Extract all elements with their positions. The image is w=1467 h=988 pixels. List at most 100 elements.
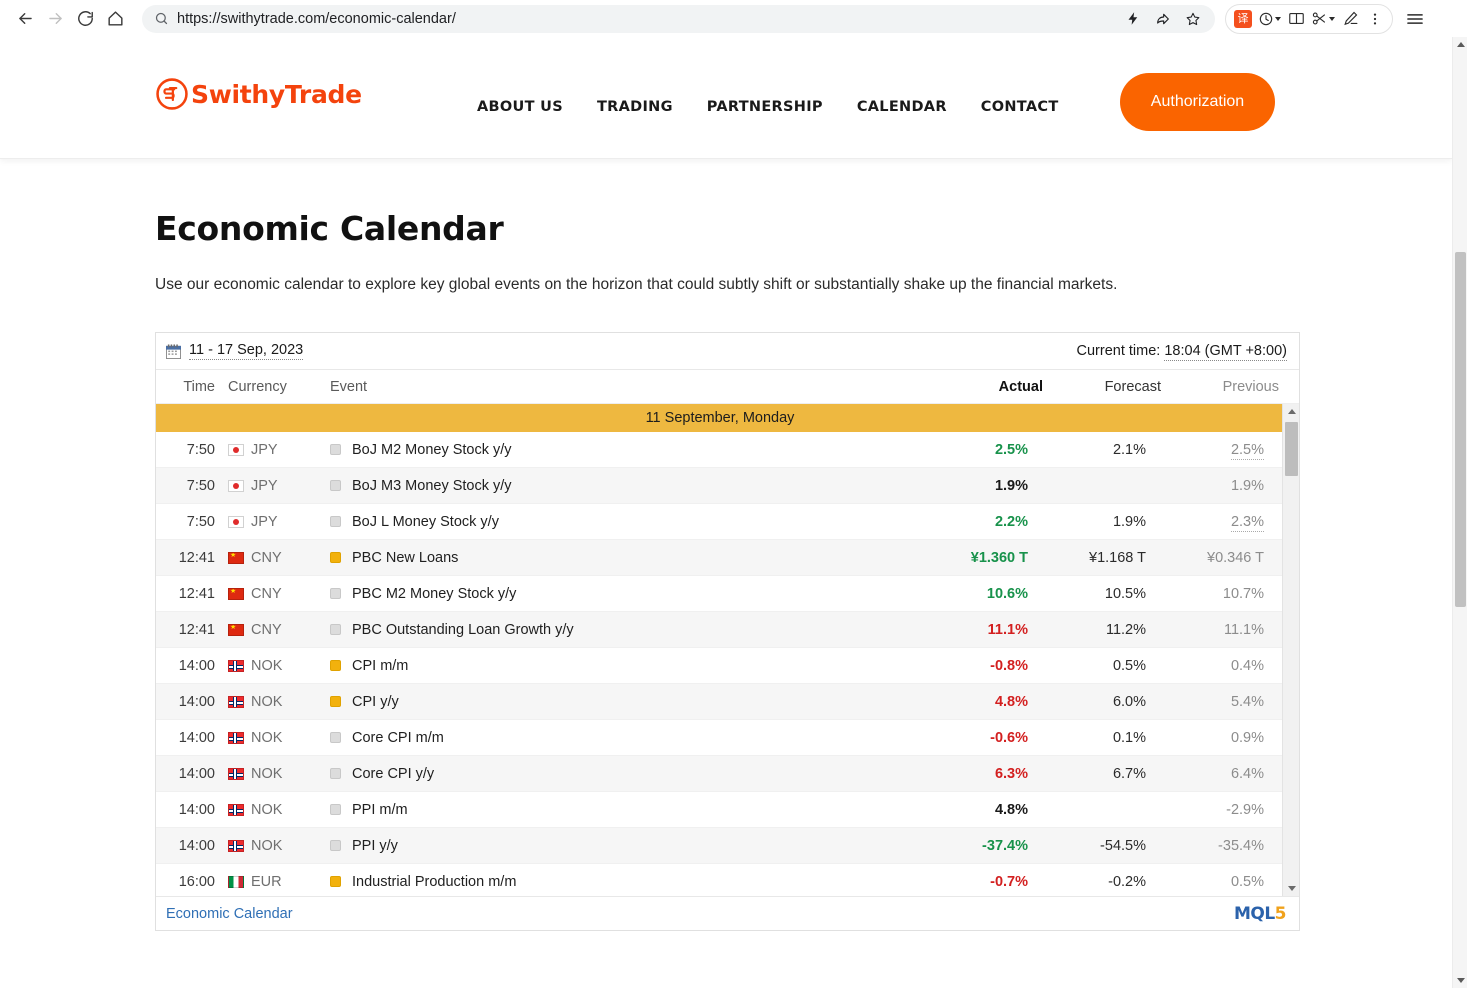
cell-event: Core CPI m/m [316, 730, 926, 746]
event-name[interactable]: BoJ M3 Money Stock y/y [352, 478, 512, 494]
table-row[interactable]: 14:00 NOK PPI y/y -37.4% -54.5% -35.4% [156, 828, 1284, 864]
cell-actual: 10.6% [986, 585, 1028, 602]
event-name[interactable]: PPI m/m [352, 802, 408, 818]
back-arrow-icon[interactable] [10, 4, 40, 34]
flag-cn-icon [228, 623, 244, 636]
cell-currency: JPY [228, 478, 316, 494]
mql5-logo-orange: 5 [1274, 904, 1287, 924]
cell-currency: CNY [228, 622, 316, 638]
scroll-down-arrow-icon[interactable] [1283, 881, 1299, 896]
calendar-footer: Economic Calendar MQL5 [156, 896, 1299, 931]
table-row[interactable]: 12:41 CNY PBC New Loans ¥1.360 T ¥1.168 T ¥0.… [156, 540, 1284, 576]
column-header-event[interactable]: Event [316, 379, 941, 395]
calendar-scrollbar-thumb[interactable] [1285, 422, 1298, 476]
event-name[interactable]: BoJ M2 Money Stock y/y [352, 442, 512, 458]
event-name[interactable]: BoJ L Money Stock y/y [352, 514, 499, 530]
calendar-footer-link[interactable]: Economic Calendar [166, 906, 293, 922]
table-row[interactable]: 14:00 NOK CPI y/y 4.8% 6.0% 5.4% [156, 684, 1284, 720]
authorization-button[interactable]: Authorization [1120, 73, 1275, 131]
share-icon[interactable] [1149, 6, 1177, 32]
flag-no-icon [228, 659, 244, 672]
cell-time: 14:00 [178, 729, 215, 746]
mql5-logo[interactable]: MQL5 [1234, 904, 1287, 924]
address-bar[interactable]: https://swithytrade.com/economic-calenda… [142, 4, 1215, 33]
cell-time: 12:41 [178, 621, 215, 638]
table-row[interactable]: 12:41 CNY PBC Outstanding Loan Growth y/y 1… [156, 612, 1284, 648]
table-row[interactable]: 7:50 JPY BoJ L Money Stock y/y 2.2% 1.9% 2.3% [156, 504, 1284, 540]
cell-currency: EUR [228, 874, 316, 890]
event-name[interactable]: CPI y/y [352, 694, 399, 710]
history-icon[interactable] [1256, 6, 1283, 32]
column-header-previous[interactable]: Previous [1179, 379, 1299, 395]
importance-low-icon [330, 624, 341, 635]
cell-actual: 11.1% [987, 621, 1028, 638]
address-bar-actions [1119, 6, 1207, 32]
event-name[interactable]: Industrial Production m/m [352, 874, 516, 890]
page-scrollbar[interactable] [1452, 37, 1467, 988]
page-scroll-up-arrow-icon[interactable] [1453, 37, 1467, 52]
site-logo[interactable]: SwithyTrade [155, 77, 362, 111]
event-name[interactable]: PBC M2 Money Stock y/y [352, 586, 516, 602]
current-time-value[interactable]: 18:04 (GMT +8:00) [1164, 343, 1287, 361]
table-row[interactable]: 7:50 JPY BoJ M3 Money Stock y/y 1.9% 1.9% [156, 468, 1284, 504]
page-scroll-down-arrow-icon[interactable] [1453, 973, 1467, 988]
more-options-icon[interactable] [1363, 6, 1387, 32]
column-header-currency[interactable]: Currency [228, 379, 316, 395]
hamburger-menu-icon[interactable] [1399, 4, 1431, 34]
column-header-forecast[interactable]: Forecast [1061, 379, 1179, 395]
flag-it-icon [228, 875, 244, 888]
importance-medium-icon [330, 696, 341, 707]
nav-item-contact[interactable]: CONTACT [981, 89, 1059, 125]
reading-view-icon[interactable] [1284, 6, 1308, 32]
previous-value[interactable]: 2.3% [1230, 513, 1264, 532]
nav-item-calendar[interactable]: CALENDAR [857, 89, 947, 125]
table-row[interactable]: 14:00 NOK Core CPI m/m -0.6% 0.1% 0.9% [156, 720, 1284, 756]
search-icon [154, 11, 169, 26]
event-name[interactable]: PBC New Loans [352, 550, 458, 566]
previous-value[interactable]: 2.5% [1230, 441, 1264, 460]
cell-previous: -35.4% [1218, 837, 1264, 854]
table-row[interactable]: 7:50 JPY BoJ M2 Money Stock y/y 2.5% 2.1% 2.5… [156, 432, 1284, 468]
importance-medium-icon [330, 876, 341, 887]
event-name[interactable]: PBC Outstanding Loan Growth y/y [352, 622, 574, 638]
table-row[interactable]: 14:00 NOK PPI m/m 4.8% -2.9% [156, 792, 1284, 828]
cell-event: BoJ L Money Stock y/y [316, 514, 926, 530]
cell-event: BoJ M3 Money Stock y/y [316, 478, 926, 494]
cell-currency: CNY [228, 586, 316, 602]
flag-jp-icon [228, 443, 244, 456]
table-row[interactable]: 12:41 CNY PBC M2 Money Stock y/y 10.6% 10.5%… [156, 576, 1284, 612]
event-name[interactable]: PPI y/y [352, 838, 398, 854]
cell-event: BoJ M2 Money Stock y/y [316, 442, 926, 458]
forward-arrow-icon[interactable] [40, 4, 70, 34]
event-name[interactable]: CPI m/m [352, 658, 408, 674]
bookmark-star-icon[interactable] [1179, 6, 1207, 32]
current-time-display: Current time: 18:04 (GMT +8:00) [1077, 343, 1287, 361]
nav-item-partnership[interactable]: PARTNERSHIP [707, 89, 823, 125]
url-text[interactable]: https://swithytrade.com/economic-calenda… [177, 11, 1119, 27]
home-icon[interactable] [100, 4, 130, 34]
nav-item-about-us[interactable]: ABOUT US [477, 89, 563, 125]
lightning-icon[interactable] [1119, 6, 1147, 32]
page-scrollbar-thumb[interactable] [1455, 252, 1466, 607]
annotate-pen-icon[interactable] [1338, 6, 1362, 32]
translate-icon[interactable]: 译 [1231, 6, 1255, 32]
importance-low-icon [330, 840, 341, 851]
column-header-time[interactable]: Time [156, 379, 228, 395]
cell-event: Core CPI y/y [316, 766, 926, 782]
column-header-actual[interactable]: Actual [941, 379, 1061, 395]
reload-icon[interactable] [70, 4, 100, 34]
table-row[interactable]: 14:00 NOK Core CPI y/y 6.3% 6.7% 6.4% [156, 756, 1284, 792]
nav-item-trading[interactable]: TRADING [597, 89, 673, 125]
cell-actual: -37.4% [982, 837, 1028, 854]
scroll-up-arrow-icon[interactable] [1283, 404, 1299, 419]
date-range-value[interactable]: 11 - 17 Sep, 2023 [189, 342, 304, 360]
currency-code: CNY [251, 621, 282, 638]
table-row[interactable]: 16:00 EUR Industrial Production m/m -0.7% -0… [156, 864, 1284, 896]
clip-scissors-icon[interactable] [1309, 6, 1337, 32]
calendar-scrollbar[interactable] [1282, 404, 1299, 896]
date-range-selector[interactable]: 11 - 17 Sep, 2023 [166, 342, 304, 360]
event-name[interactable]: Core CPI y/y [352, 766, 434, 782]
cell-time: 16:00 [178, 873, 215, 890]
event-name[interactable]: Core CPI m/m [352, 730, 444, 746]
table-row[interactable]: 14:00 NOK CPI m/m -0.8% 0.5% 0.4% [156, 648, 1284, 684]
